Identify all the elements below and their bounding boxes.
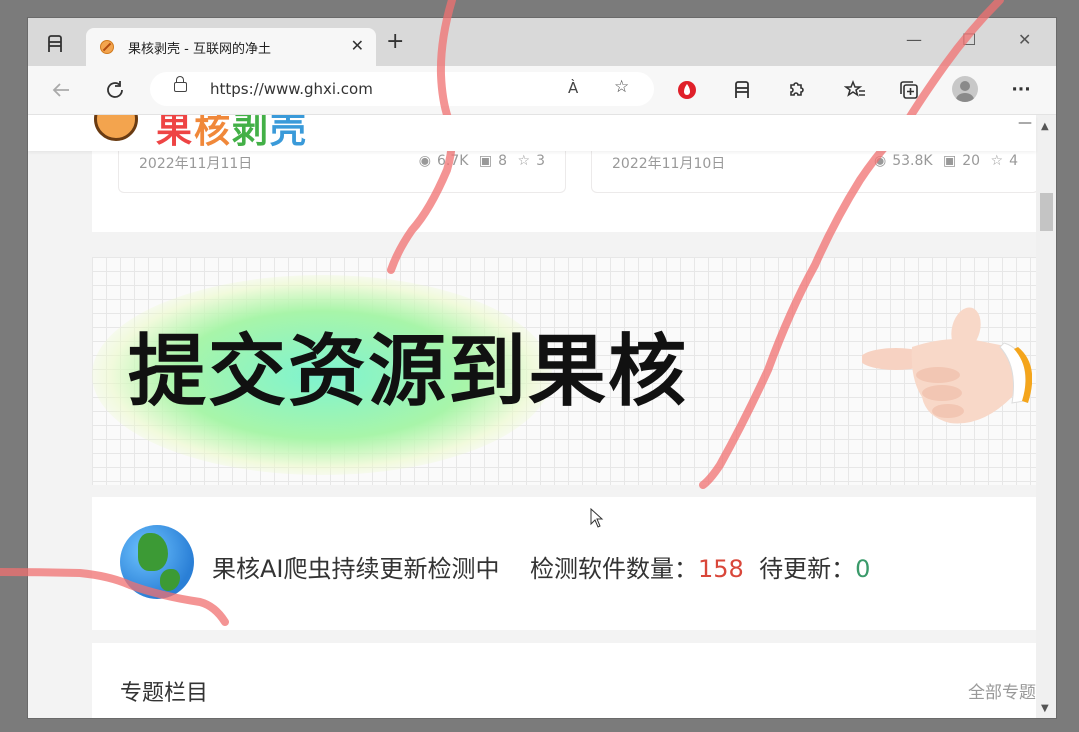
menu-icon[interactable]: — (1018, 115, 1032, 131)
close-tab-icon[interactable]: ✕ (351, 36, 364, 55)
address-bar[interactable]: https://www.ghxi.com À ☆ (150, 72, 654, 106)
profile-avatar[interactable] (952, 76, 978, 102)
star-icon: ☆ (990, 153, 1004, 169)
scroll-up-icon[interactable]: ▲ (1041, 121, 1049, 132)
browser-window: 果核剥壳 - 互联网的净土 ✕ + — ☐ ✕ https://www.ghxi… (28, 18, 1056, 718)
new-tab-button[interactable]: + (386, 31, 404, 53)
banner-title: 提交资源到果核 (128, 327, 689, 417)
back-icon[interactable] (50, 79, 72, 101)
star-icon: ☆ (517, 153, 531, 169)
read-aloud-icon[interactable]: À (568, 79, 578, 97)
extensions-puzzle-icon[interactable] (785, 79, 807, 101)
tab-title: 果核剥壳 - 互联网的净土 (128, 42, 271, 57)
comments-icon: ▣ (478, 153, 493, 169)
views-icon: ◉ (418, 153, 431, 169)
post-date: 2022年11月11日 (139, 156, 253, 172)
comments-icon: ▣ (943, 153, 957, 169)
comments-count: 20 (962, 153, 981, 169)
monitor-status: 果核AI爬虫持续更新检测中 检测软件数量：158 待更新：0 (212, 549, 870, 584)
add-favorite-icon[interactable]: ☆ (614, 77, 629, 97)
page-scrollbar[interactable]: ▲ ▼ (1036, 115, 1056, 718)
maximize-button[interactable]: ☐ (962, 30, 976, 49)
submit-resource-banner[interactable]: 提交资源到果核 (92, 257, 1036, 485)
mouse-cursor-icon (590, 508, 604, 528)
topics-section: 专题栏目 全部专题 (92, 643, 1036, 718)
post-stats: ◉ 53.8K ▣ 20 ☆ 4 (868, 153, 1018, 169)
scrollbar-thumb[interactable] (1040, 193, 1053, 231)
globe-icon (120, 525, 194, 599)
pointing-hand-icon (862, 307, 1032, 424)
site-favicon-icon (100, 40, 114, 54)
monitor-label: 果核AI爬虫持续更新检测中 (212, 555, 500, 583)
section-title: 专题栏目 (120, 681, 209, 706)
favorites-icon[interactable] (844, 79, 866, 101)
tab-ghxi[interactable]: 果核剥壳 - 互联网的净土 ✕ (86, 28, 376, 66)
site-header: 果核剥壳 — (28, 115, 1036, 151)
views-icon: ◉ (873, 153, 887, 169)
more-menu-icon[interactable]: ··· (1010, 79, 1032, 101)
refresh-icon[interactable] (104, 79, 126, 101)
post-stats: ◉ 6.7K ▣ 8 ☆ 3 (413, 153, 545, 169)
views-count: 6.7K (437, 153, 469, 169)
site-logo-icon[interactable] (94, 115, 138, 141)
lock-icon[interactable] (174, 76, 187, 92)
count-label: 检测软件数量： (530, 555, 699, 583)
tab-strip: 果核剥壳 - 互联网的净土 ✕ + — ☐ ✕ (28, 18, 1056, 66)
all-topics-link[interactable]: 全部专题 (968, 678, 1036, 703)
extension-red-drop-icon[interactable] (676, 79, 698, 101)
stars-count: 4 (1009, 153, 1018, 169)
browser-toolbar: https://www.ghxi.com À ☆ ··· (28, 66, 1056, 115)
count-value: 158 (698, 555, 744, 583)
ai-monitor-panel: 果核AI爬虫持续更新检测中 检测软件数量：158 待更新：0 (92, 497, 1036, 630)
page-viewport: 2022年11月11日 ◉ 6.7K ▣ 8 ☆ 3 2022年11月10日 ◉ 53.… (28, 115, 1056, 718)
post-date: 2022年11月10日 (612, 156, 726, 172)
site-logo-text[interactable]: 果核剥壳 (156, 115, 308, 153)
tab-actions-icon[interactable] (44, 33, 66, 55)
stars-count: 3 (536, 153, 545, 169)
pending-value: 0 (855, 555, 871, 583)
reading-list-icon[interactable] (731, 79, 753, 101)
collections-icon[interactable] (898, 79, 920, 101)
scroll-down-icon[interactable]: ▼ (1041, 703, 1049, 714)
minimize-button[interactable]: — (906, 30, 922, 49)
views-count: 53.8K (892, 153, 933, 169)
url-text[interactable]: https://www.ghxi.com (210, 80, 373, 98)
comments-count: 8 (498, 153, 508, 169)
close-window-button[interactable]: ✕ (1018, 30, 1031, 49)
pending-label: 待更新： (759, 555, 856, 583)
